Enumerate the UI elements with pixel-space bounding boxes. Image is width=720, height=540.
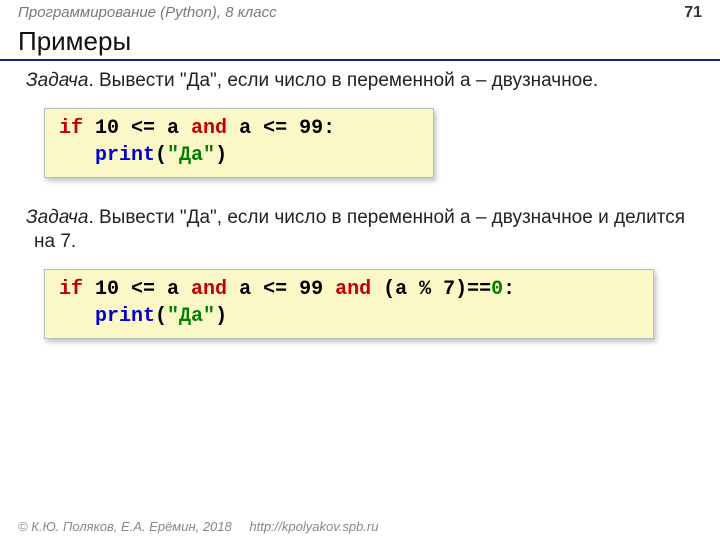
code-block-2: if 10 <= a and a <= 99 and (a % 7)==0: p…	[44, 269, 654, 339]
footer: © К.Ю. Поляков, Е.А. Ерёмин, 2018 http:/…	[0, 519, 720, 534]
code-block-1: if 10 <= a and a <= 99: print("Да")	[44, 108, 434, 178]
page-number: 71	[684, 4, 702, 22]
task-2: Задача. Вывести "Да", если число в перем…	[26, 206, 702, 255]
content-area: Задача. Вывести "Да", если число в перем…	[0, 69, 720, 361]
task-1-label: Задача	[26, 70, 88, 91]
footer-copyright: © К.Ю. Поляков, Е.А. Ерёмин, 2018	[18, 519, 232, 534]
course-label: Программирование (Python), 8 класс	[18, 4, 277, 21]
footer-url: http://kpolyakov.spb.ru	[249, 519, 378, 534]
task-2-label: Задача	[26, 207, 88, 228]
slide-title: Примеры	[0, 24, 720, 61]
header-bar: Программирование (Python), 8 класс 71	[0, 0, 720, 24]
task-2-text: . Вывести "Да", если число в переменной …	[34, 207, 685, 253]
task-1-text: . Вывести "Да", если число в переменной …	[88, 70, 598, 91]
task-1: Задача. Вывести "Да", если число в перем…	[26, 69, 702, 94]
